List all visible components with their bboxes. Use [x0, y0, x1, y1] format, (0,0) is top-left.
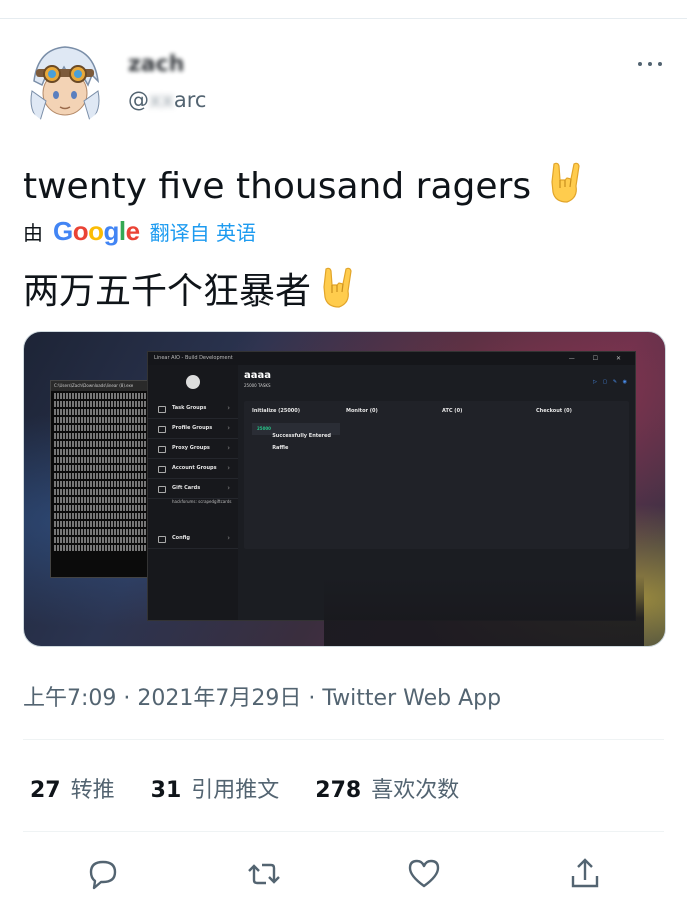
- status-text: Successfully Entered Raffle: [272, 433, 331, 451]
- google-logo: Google: [53, 215, 140, 246]
- more-icon[interactable]: [636, 52, 664, 74]
- divider-1: [23, 739, 664, 740]
- sidebar-item-account-groups: Account Groups: [148, 459, 238, 479]
- quote-tweets-stat[interactable]: 31 引用推文: [151, 772, 280, 804]
- rock-on-emoji-icon: [545, 160, 585, 213]
- tweet-time[interactable]: 上午7:09: [23, 686, 116, 711]
- avatar[interactable]: [22, 41, 108, 127]
- tweet-date[interactable]: 2021年7月29日: [137, 686, 301, 711]
- tweet-media-image[interactable]: C:\Users\Zach\Downloads\linear (8).exe L…: [23, 331, 666, 647]
- column-monitor: Monitor (0): [346, 408, 378, 414]
- toolbar-icons: ▷ ▢ ✎ ◉: [593, 379, 629, 385]
- engagement-stats: 27 转推 31 引用推文 278 喜欢次数: [30, 772, 459, 804]
- retweets-stat[interactable]: 27 转推: [30, 772, 115, 804]
- group-title: aaaa: [244, 370, 271, 381]
- app-sidebar: Task Groups Profile Groups Proxy Groups …: [148, 365, 238, 620]
- sidebar-item-gift-cards: Gift Cards: [148, 479, 238, 499]
- translation-attribution: 由 Google 翻译自 英语: [23, 216, 256, 246]
- app-title: Linear AIO - Build Development: [154, 355, 233, 361]
- divider-2: [23, 831, 664, 832]
- handle-suffix: arc: [173, 88, 207, 112]
- terminal-window: C:\Users\Zach\Downloads\linear (8).exe: [50, 380, 162, 578]
- author-handle[interactable]: @xxarc: [128, 88, 206, 112]
- rock-on-emoji-icon-translated: [317, 265, 357, 318]
- likes-stat[interactable]: 278 喜欢次数: [315, 772, 459, 804]
- author-display-name[interactable]: zach: [128, 52, 184, 77]
- tweet-body: twenty five thousand ragers: [23, 166, 532, 207]
- column-atc: ATC (0): [442, 408, 463, 414]
- sidebar-item-proxy-groups: Proxy Groups: [148, 439, 238, 459]
- group-sub: 25000 TASKS: [244, 383, 271, 388]
- task-columns: Initialize (25000) Monitor (0) ATC (0) C…: [244, 401, 629, 549]
- tweet-source[interactable]: Twitter Web App: [322, 686, 501, 711]
- sidebar-item-profile-groups: Profile Groups: [148, 419, 238, 439]
- app-logo-icon: [186, 375, 200, 389]
- sidebar-item-task-groups: Task Groups: [148, 399, 238, 419]
- translated-body: 两万五千个狂暴者: [23, 271, 312, 312]
- status-card: 25000 Successfully Entered Raffle: [252, 423, 340, 451]
- share-icon[interactable]: [565, 854, 605, 894]
- gift-card-sub: hackforums: scrapedgiftcards: [172, 499, 232, 504]
- translated-from-link[interactable]: 翻译自 英语: [150, 217, 256, 246]
- top-divider: [0, 18, 687, 19]
- handle-redacted: xx: [149, 88, 174, 112]
- tweet-metadata: 上午7:09 · 2021年7月29日 · Twitter Web App: [23, 680, 501, 712]
- retweet-icon[interactable]: [244, 854, 284, 894]
- terminal-title: C:\Users\Zach\Downloads\linear (8).exe: [51, 381, 161, 391]
- app-titlebar: Linear AIO - Build Development — ☐ ✕: [148, 352, 635, 365]
- tweet-text: twenty five thousand ragers: [23, 160, 585, 213]
- status-count: 25000: [257, 426, 271, 431]
- column-checkout: Checkout (0): [536, 408, 572, 414]
- meta-separator-1: ·: [123, 686, 131, 711]
- translated-text: 两万五千个狂暴者: [23, 262, 357, 318]
- meta-separator-2: ·: [308, 686, 316, 711]
- column-initialize: Initialize (25000): [252, 408, 301, 414]
- media-foreground: [324, 576, 644, 646]
- handle-at: @: [128, 88, 149, 112]
- like-icon[interactable]: [404, 854, 444, 894]
- window-controls: — ☐ ✕: [568, 355, 629, 362]
- translated-by-label: 由: [23, 220, 43, 245]
- avatar-image: [22, 41, 108, 127]
- reply-icon[interactable]: [83, 854, 123, 894]
- sidebar-item-config: Config: [148, 529, 238, 549]
- action-bar: [0, 854, 687, 896]
